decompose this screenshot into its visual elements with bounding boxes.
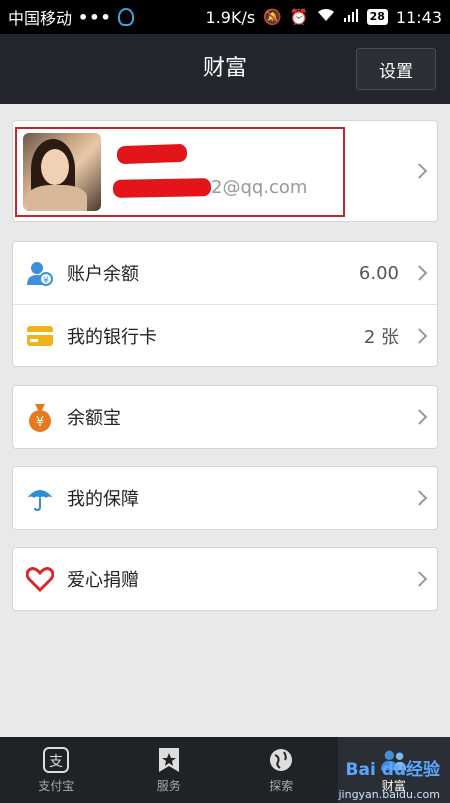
- tab-label: 探索: [269, 779, 294, 793]
- yuebao-card: ¥ 余额宝: [12, 385, 438, 449]
- tab-services[interactable]: 服务: [113, 737, 226, 803]
- settings-button[interactable]: 设置: [356, 48, 436, 90]
- svg-text:¥: ¥: [36, 415, 44, 430]
- alipay-icon: 支: [42, 746, 70, 774]
- watermark-url: jingyan.baidu.com: [338, 788, 440, 801]
- protection-label: 我的保障: [67, 489, 139, 510]
- app-header: 财富 设置: [0, 34, 450, 104]
- bank-card-count: 2 张: [363, 326, 399, 348]
- people-icon: [380, 746, 408, 774]
- umbrella-icon: [25, 483, 55, 513]
- qq-icon: [117, 8, 134, 26]
- wifi-icon: [317, 8, 335, 26]
- bank-card-row[interactable]: 我的银行卡 2 张: [13, 304, 437, 366]
- protection-card: 我的保障: [12, 466, 438, 530]
- money-bag-icon: ¥: [25, 402, 55, 432]
- donation-card: 爱心捐赠: [12, 547, 438, 611]
- donation-label: 爱心捐赠: [67, 570, 139, 591]
- chevron-right-icon: [411, 409, 428, 425]
- signal-icon: [343, 8, 359, 26]
- chevron-right-icon: [411, 327, 428, 344]
- tab-alipay[interactable]: 支 支付宝: [0, 737, 113, 803]
- account-balance-label: 账户余额: [67, 264, 139, 285]
- bank-card-label: 我的银行卡: [67, 326, 157, 348]
- chevron-right-icon: [411, 571, 428, 587]
- svg-text:¥: ¥: [43, 276, 49, 286]
- star-icon: [155, 746, 183, 774]
- profile-card[interactable]: 2@qq.com: [12, 120, 438, 222]
- carrier-label: 中国移动: [8, 9, 73, 28]
- signal-dots: •••: [78, 7, 112, 27]
- tab-label: 支付宝: [38, 779, 75, 793]
- chevron-right-icon: [411, 163, 428, 179]
- alarm-icon: ⏰: [289, 8, 309, 26]
- status-bar: 中国移动 ••• 1.9K/s 🔕 ⏰ 28 11:43: [0, 0, 450, 34]
- battery-icon: 28: [366, 9, 388, 25]
- highlight-outline: [15, 127, 345, 217]
- account-balance-value: 6.00: [358, 262, 399, 284]
- money-card: ¥ 账户余额 6.00 我的银行卡 2 张: [12, 241, 438, 367]
- bank-card-icon: [25, 321, 55, 351]
- heart-icon: [25, 564, 55, 594]
- chevron-right-icon: [411, 490, 428, 506]
- yuebao-row[interactable]: ¥ 余额宝: [13, 386, 437, 448]
- clock: 11:43: [395, 7, 442, 27]
- account-balance-row[interactable]: ¥ 账户余额 6.00: [13, 242, 437, 304]
- svg-text:支: 支: [49, 754, 63, 770]
- tab-label: 服务: [156, 779, 181, 793]
- network-speed: 1.9K/s: [205, 7, 256, 27]
- globe-icon: [267, 746, 295, 774]
- yuebao-label: 余额宝: [67, 408, 121, 429]
- donation-row[interactable]: 爱心捐赠: [13, 548, 437, 610]
- account-balance-icon: ¥: [25, 258, 55, 288]
- mute-icon: 🔕: [263, 8, 282, 26]
- tab-explore[interactable]: 探索: [225, 737, 338, 803]
- chevron-right-icon: [411, 265, 428, 281]
- protection-row[interactable]: 我的保障: [13, 467, 437, 529]
